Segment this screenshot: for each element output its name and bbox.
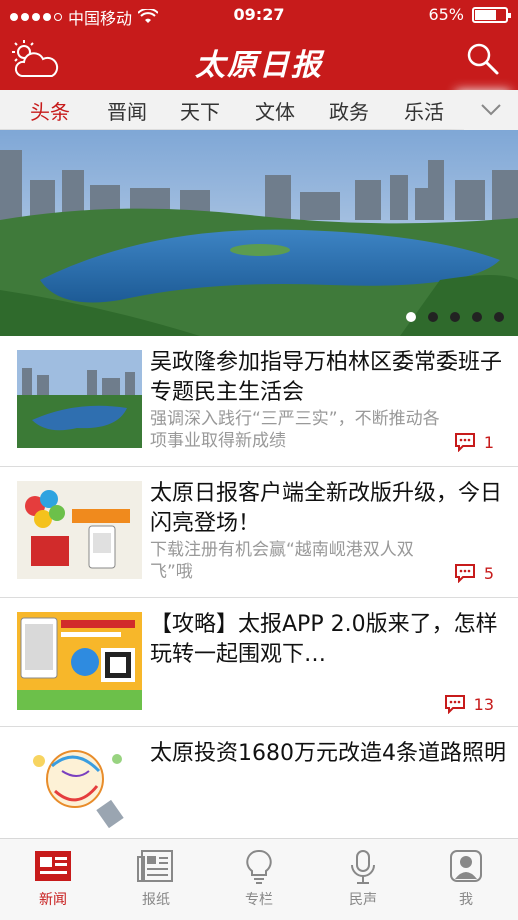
battery-percentage: 65% [428,5,464,24]
indicator-dot [494,312,504,322]
status-bar: 中国移动 09:27 65% [0,0,518,30]
news-thumbnail [17,481,142,579]
nav-me[interactable]: 我 [426,849,506,909]
comment-count[interactable]: 5 [454,563,494,583]
app-header: 太原日报 [0,30,518,90]
tab-headline[interactable]: 头条 [17,96,83,125]
bottom-navigation: 新闻 报纸 专栏 民声 我 [0,838,518,920]
indicator-dot [472,312,482,322]
tab-world[interactable]: 天下 [167,96,233,125]
news-title: 吴政隆参加指导万柏林区委常委班子专题民主生活会 [150,350,503,405]
newspaper-icon [35,851,71,881]
category-tabs: 头条 晋闻 天下 文体 政务 乐活 [0,90,518,130]
nav-label: 我 [459,892,473,908]
status-right: 65% [428,5,511,24]
comment-icon [454,433,475,452]
tab-culture-sports[interactable]: 文体 [242,96,308,125]
search-icon[interactable] [466,42,500,76]
nav-label: 民声 [349,892,377,908]
comment-count[interactable]: 1 [454,432,494,452]
bulb-icon [246,849,272,884]
more-tabs-button[interactable] [464,90,518,130]
news-title: 【攻略】太报APP 2.0版来了，怎样玩转一起围观下… [150,612,498,667]
news-item[interactable]: 太原投资1680万元改造4条道路照明 [0,727,518,839]
news-thumbnail [17,350,142,448]
comment-icon [454,564,475,583]
nav-voice[interactable]: 民声 [323,849,403,909]
banner-page-indicator [406,312,504,322]
tab-lifestyle[interactable]: 乐活 [391,96,457,125]
nav-label: 新闻 [39,892,67,908]
chevron-down-icon [481,104,501,116]
comment-count[interactable]: 13 [444,694,494,714]
nav-paper[interactable]: 报纸 [116,849,196,909]
news-title: 太原投资1680万元改造4条道路照明 [150,741,506,766]
comment-number: 1 [483,432,494,452]
comment-number: 5 [483,563,494,583]
news-item[interactable]: 【攻略】太报APP 2.0版来了，怎样玩转一起围观下… 13 [0,598,518,726]
paper-icon [137,850,173,882]
profile-icon [450,850,482,882]
microphone-icon [351,850,375,884]
news-item[interactable]: 吴政隆参加指导万柏林区委常委班子专题民主生活会 强调深入践行“三严三实”，不断推… [0,336,518,466]
comment-icon [444,695,465,714]
tab-government[interactable]: 政务 [316,96,382,125]
news-subtitle: 强调深入践行“三严三实”，不断推动各项事业取得新成绩 [150,409,440,451]
comment-number: 13 [473,694,494,714]
battery-icon [472,6,511,23]
indicator-dot [406,312,416,322]
nav-column[interactable]: 专栏 [219,849,299,909]
news-title: 太原日报客户端全新改版升级，今日闪亮登场！ [150,481,503,536]
tab-local[interactable]: 晋闻 [94,96,160,125]
indicator-dot [450,312,460,322]
indicator-dot [428,312,438,322]
news-thumbnail [17,741,142,839]
news-item[interactable]: 太原日报客户端全新改版升级，今日闪亮登场！ 下载注册有机会赢“越南岘港双人双飞”… [0,467,518,597]
app-logo: 太原日报 [195,48,323,83]
nav-news[interactable]: 新闻 [13,849,93,909]
news-thumbnail [17,612,142,710]
nav-label: 专栏 [245,892,273,908]
nav-label: 报纸 [142,892,170,908]
news-subtitle: 下载注册有机会赢“越南岘港双人双飞”哦 [150,540,414,582]
banner-image [0,130,518,336]
headline-banner[interactable] [0,130,518,336]
